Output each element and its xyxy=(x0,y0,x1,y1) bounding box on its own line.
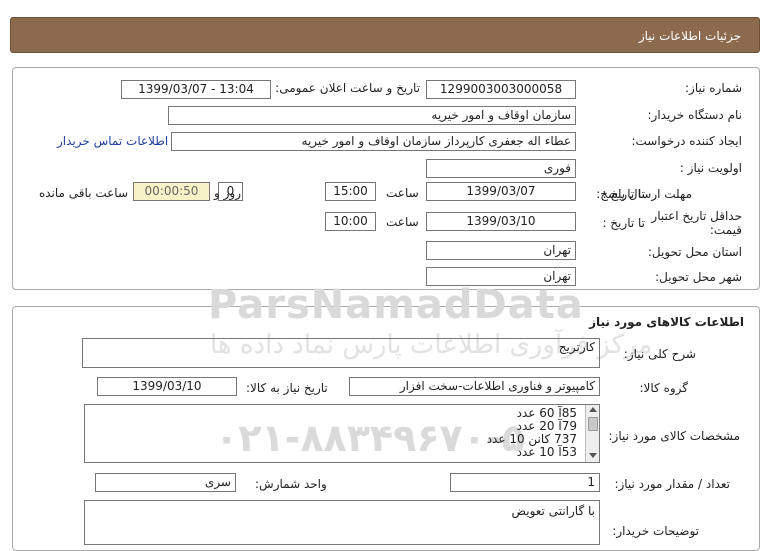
quantity-label: تعداد / مقدار مورد نیاز: xyxy=(614,477,730,491)
deadline-time-label: ساعت xyxy=(386,186,419,200)
watermark-brand: ParsNamadData xyxy=(208,282,584,328)
deadline-to-date-label: تا تاریخ : xyxy=(602,187,645,201)
buyer-contact-link[interactable]: اطلاعات تماس خریدار xyxy=(57,134,168,148)
days-label: روز و xyxy=(214,186,241,200)
goods-specs-textarea[interactable]: 85آ 60 عدد 79آ 20 عدد 737 کانن 10 عدد 53… xyxy=(84,404,600,463)
validity-to-date-label: تا تاریخ : xyxy=(602,216,645,230)
price-validity-label: حداقل تاریخ اعتبار قیمت: xyxy=(647,209,742,237)
unit-field: سری xyxy=(95,473,236,492)
price-validity-label-text: حداقل تاریخ اعتبار قیمت: xyxy=(651,209,742,237)
spec-line: 53آ 10 عدد xyxy=(516,445,577,459)
scroll-thumb[interactable] xyxy=(588,417,598,431)
general-description-label: شرح کلی نیاز: xyxy=(623,347,696,361)
delivery-province-label: استان محل تحویل: xyxy=(647,245,742,259)
goods-group-label: گروه کالا: xyxy=(639,381,689,395)
buyer-notes-field: با گارانتی تعویض xyxy=(84,500,600,545)
scroll-up-icon[interactable] xyxy=(589,407,597,412)
request-creator-label: ایجاد کننده درخواست: xyxy=(631,134,742,148)
validity-date-field: 1399/03/10 xyxy=(426,212,576,231)
remaining-time-field: 00:00:50 xyxy=(133,182,210,201)
deadline-time-field: 15:00 xyxy=(325,182,376,201)
quantity-field: 1 xyxy=(450,473,600,492)
announce-datetime-field: 1399/03/07 - 13:04 xyxy=(121,80,271,99)
need-number-field: 1299003003000058 xyxy=(426,80,576,99)
remaining-time-label: ساعت باقی مانده xyxy=(38,186,128,200)
validity-time-field: 10:00 xyxy=(325,212,376,231)
general-description-field: کارتریج xyxy=(82,338,600,368)
buyer-org-label: نام دستگاه خریدار: xyxy=(647,108,743,122)
specs-scrollbar[interactable] xyxy=(585,405,599,462)
page-title: جزئیات اطلاعات نیاز xyxy=(638,29,741,43)
goods-group-field: کامپیوتر و فناوری اطلاعات-سخت افزار xyxy=(349,377,600,396)
goods-specs-label: مشخصات کالای مورد نیاز: xyxy=(608,429,740,443)
delivery-city-label: شهر محل تحویل: xyxy=(655,270,742,284)
goods-section-title: اطلاعات کالاهای مورد نیاز xyxy=(589,315,744,329)
buyer-org-field: سازمان اوقاف و امور خیریه xyxy=(168,106,576,125)
scroll-down-icon[interactable] xyxy=(589,453,597,458)
request-creator-field: عطاء اله جعفری کارپرداز سازمان اوقاف و ا… xyxy=(171,132,576,151)
priority-label: اولویت نیاز : xyxy=(679,161,742,175)
priority-field: فوری xyxy=(426,159,576,178)
announce-datetime-label: تاریخ و ساعت اعلان عمومی: xyxy=(275,81,420,95)
buyer-notes-label: توضیحات خریدار: xyxy=(612,524,699,538)
spec-line: 85آ 60 عدد xyxy=(516,406,577,420)
page-header: جزئیات اطلاعات نیاز xyxy=(10,17,760,53)
validity-time-label: ساعت xyxy=(386,215,419,229)
deadline-date-field: 1399/03/07 xyxy=(426,182,576,201)
unit-label: واحد شمارش: xyxy=(255,477,327,491)
need-date-label: تاریخ نیاز به کالا: xyxy=(246,381,328,395)
spec-line: 737 کانن 10 عدد xyxy=(486,432,577,446)
specs-content: 85آ 60 عدد 79آ 20 عدد 737 کانن 10 عدد 53… xyxy=(85,407,581,459)
need-number-label: شماره نیاز: xyxy=(685,81,742,95)
need-date-field: 1399/03/10 xyxy=(97,377,237,396)
delivery-province-field: تهران xyxy=(426,241,576,260)
